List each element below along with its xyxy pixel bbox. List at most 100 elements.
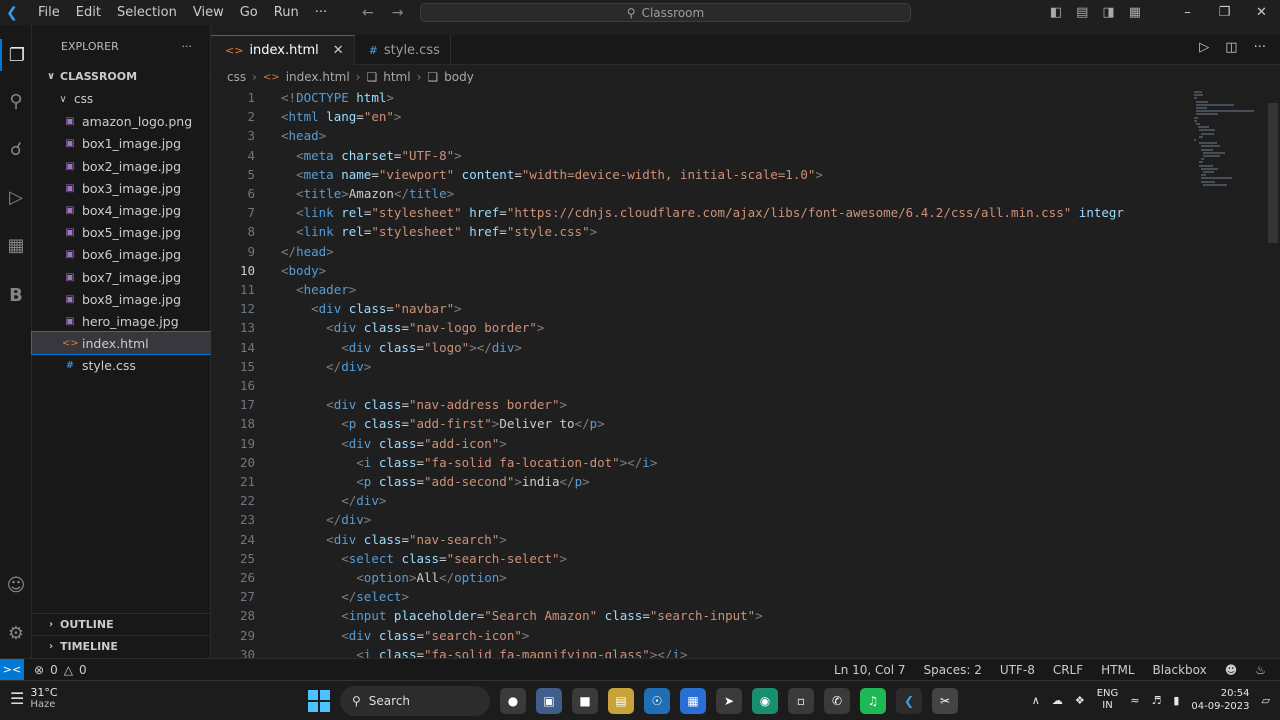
breadcrumb-body[interactable]: body	[444, 70, 474, 84]
run-play-icon[interactable]: ▷	[1199, 40, 1209, 55]
code-line[interactable]: 19 <div class="add-icon">	[211, 434, 1186, 453]
blackbox-b-icon[interactable]: B	[0, 279, 32, 311]
remote-icon[interactable]: ><	[0, 658, 24, 681]
breadcrumb-html[interactable]: html	[383, 70, 410, 84]
explorer-files-icon[interactable]: ❐	[0, 39, 32, 71]
command-center[interactable]: ⚲ Classroom	[420, 3, 911, 22]
scrollbar-thumb[interactable]	[1268, 103, 1278, 243]
clock[interactable]: 20:54 04-09-2023	[1191, 687, 1249, 713]
split-editor-icon[interactable]: ◫	[1225, 40, 1237, 55]
toggle-secondary-sidebar-icon[interactable]: ◨	[1102, 5, 1114, 20]
back-arrow-icon[interactable]: ←	[362, 5, 374, 21]
windows-start-icon[interactable]	[308, 690, 330, 712]
code-line[interactable]: 29 <div class="search-icon">	[211, 626, 1186, 645]
code-line[interactable]: 2 <html lang="en">	[211, 107, 1186, 126]
chrome-icon[interactable]: ◉	[752, 688, 778, 714]
language-mode[interactable]: HTML	[1101, 663, 1134, 677]
breadcrumb-index-html[interactable]: index.html	[286, 70, 350, 84]
account-feedback-icon[interactable]: ☻	[1225, 663, 1238, 677]
code-line[interactable]: 15 </div>	[211, 357, 1186, 376]
microsoft-store-icon[interactable]: ▦	[680, 688, 706, 714]
run-debug-icon[interactable]: ▷	[0, 181, 32, 213]
code-line[interactable]: 28 <input placeholder="Search Amazon" cl…	[211, 606, 1186, 625]
language-indicator[interactable]: ENG IN	[1097, 688, 1119, 712]
restore-icon[interactable]: ❐	[1206, 5, 1243, 20]
settings-gear-icon[interactable]: ⚙	[0, 617, 32, 649]
code-line[interactable]: 27 </select>	[211, 587, 1186, 606]
code-editor[interactable]: 1 <!DOCTYPE html> 2 <html lang="en"> 3 <head>…	[211, 87, 1186, 658]
snipping-tool-icon[interactable]: ✂	[932, 688, 958, 714]
file-box8[interactable]: ▣ box8_image.jpg	[32, 288, 211, 310]
menu-edit[interactable]: Edit	[68, 0, 109, 25]
code-line[interactable]: 14 <div class="logo"></div>	[211, 338, 1186, 357]
spotify-icon[interactable]: ♫	[860, 688, 886, 714]
file-box7[interactable]: ▣ box7_image.jpg	[32, 266, 211, 288]
code-line[interactable]: 12 <div class="navbar">	[211, 299, 1186, 318]
folder-css[interactable]: ∨ css	[32, 88, 211, 110]
code-line[interactable]: 30 <i class="fa-solid fa-magnifying-glas…	[211, 645, 1186, 658]
search-icon[interactable]: ⚲	[0, 85, 32, 117]
outline-section[interactable]: › OUTLINE	[32, 613, 211, 635]
file-box5[interactable]: ▣ box5_image.jpg	[32, 221, 211, 243]
teams-chat-icon[interactable]: ■	[572, 688, 598, 714]
app-icon[interactable]: ▫	[788, 688, 814, 714]
file-box4[interactable]: ▣ box4_image.jpg	[32, 199, 211, 221]
code-line[interactable]: 9 </head>	[211, 242, 1186, 261]
notifications-bell-icon[interactable]: ♨	[1255, 663, 1266, 677]
menu-selection[interactable]: Selection	[109, 0, 185, 25]
code-line[interactable]: 8 <link rel="stylesheet" href="style.css…	[211, 222, 1186, 241]
close-tab-icon[interactable]: ✕	[333, 43, 344, 58]
show-hidden-icons-chevron-icon[interactable]: ∧	[1032, 694, 1040, 707]
code-line[interactable]: 20 <i class="fa-solid fa-location-dot"><…	[211, 453, 1186, 472]
source-control-icon[interactable]: ☌	[0, 133, 32, 165]
more-actions-icon[interactable]: ···	[1254, 40, 1266, 55]
wifi-icon[interactable]: ≈	[1130, 694, 1139, 707]
timeline-section[interactable]: › TIMELINE	[32, 635, 211, 657]
menu-view[interactable]: View	[185, 0, 232, 25]
file-box6[interactable]: ▣ box6_image.jpg	[32, 243, 211, 265]
file-explorer-icon[interactable]: ▤	[608, 688, 634, 714]
code-line[interactable]: 1 <!DOCTYPE html>	[211, 88, 1186, 107]
customize-layout-icon[interactable]: ▦	[1129, 5, 1141, 20]
file-encoding[interactable]: UTF-8	[1000, 663, 1035, 677]
toggle-panel-icon[interactable]: ▤	[1076, 5, 1088, 20]
code-line[interactable]: 4 <meta charset="UTF-8">	[211, 146, 1186, 165]
copilot-icon[interactable]: ●	[500, 688, 526, 714]
code-line[interactable]: 22 </div>	[211, 491, 1186, 510]
menu-go[interactable]: Go	[232, 0, 266, 25]
tab-index-html[interactable]: <> index.html ✕	[211, 35, 355, 65]
file-index-html[interactable]: <> index.html	[31, 331, 212, 355]
extensions-icon[interactable]: ▦	[0, 229, 32, 261]
app-arrow-icon[interactable]: ➤	[716, 688, 742, 714]
code-line[interactable]: 11 <header>	[211, 280, 1186, 299]
blackbox-status[interactable]: Blackbox	[1153, 663, 1207, 677]
indentation[interactable]: Spaces: 2	[924, 663, 982, 677]
menu-run[interactable]: Run	[266, 0, 307, 25]
toggle-primary-sidebar-icon[interactable]: ◧	[1050, 5, 1062, 20]
onedrive-cloud-icon[interactable]: ☁	[1052, 694, 1063, 707]
code-line[interactable]: 25 <select class="search-select">	[211, 549, 1186, 568]
code-line[interactable]: 26 <option>All</option>	[211, 568, 1186, 587]
vscode-taskbar-icon[interactable]: ❮	[896, 688, 922, 714]
volume-icon[interactable]: ♬	[1151, 694, 1161, 707]
code-line[interactable]: 3 <head>	[211, 126, 1186, 145]
code-line[interactable]: 17 <div class="nav-address border">	[211, 395, 1186, 414]
tab-style-css[interactable]: # style.css	[355, 35, 451, 65]
explorer-more-icon[interactable]: ···	[182, 36, 193, 58]
file-box2[interactable]: ▣ box2_image.jpg	[32, 155, 211, 177]
code-line[interactable]: 5 <meta name="viewport" content="width=d…	[211, 165, 1186, 184]
taskbar-search[interactable]: ⚲ Search	[340, 686, 490, 716]
code-line[interactable]: 16	[211, 376, 1186, 395]
accounts-icon[interactable]: ☺	[0, 569, 32, 601]
edge-browser-icon[interactable]: ☉	[644, 688, 670, 714]
end-of-line[interactable]: CRLF	[1053, 663, 1083, 677]
file-box1[interactable]: ▣ box1_image.jpg	[32, 132, 211, 154]
minimap[interactable]	[1188, 87, 1266, 377]
code-line[interactable]: 10 <body>	[211, 261, 1186, 280]
workspace-root-folder[interactable]: ∨ CLASSROOM	[32, 65, 211, 87]
menu-file[interactable]: File	[30, 0, 68, 25]
code-line[interactable]: 24 <div class="nav-search">	[211, 530, 1186, 549]
editor-scrollbar[interactable]	[1266, 87, 1280, 658]
menu-more[interactable]: ···	[307, 0, 335, 25]
task-view-icon[interactable]: ▣	[536, 688, 562, 714]
